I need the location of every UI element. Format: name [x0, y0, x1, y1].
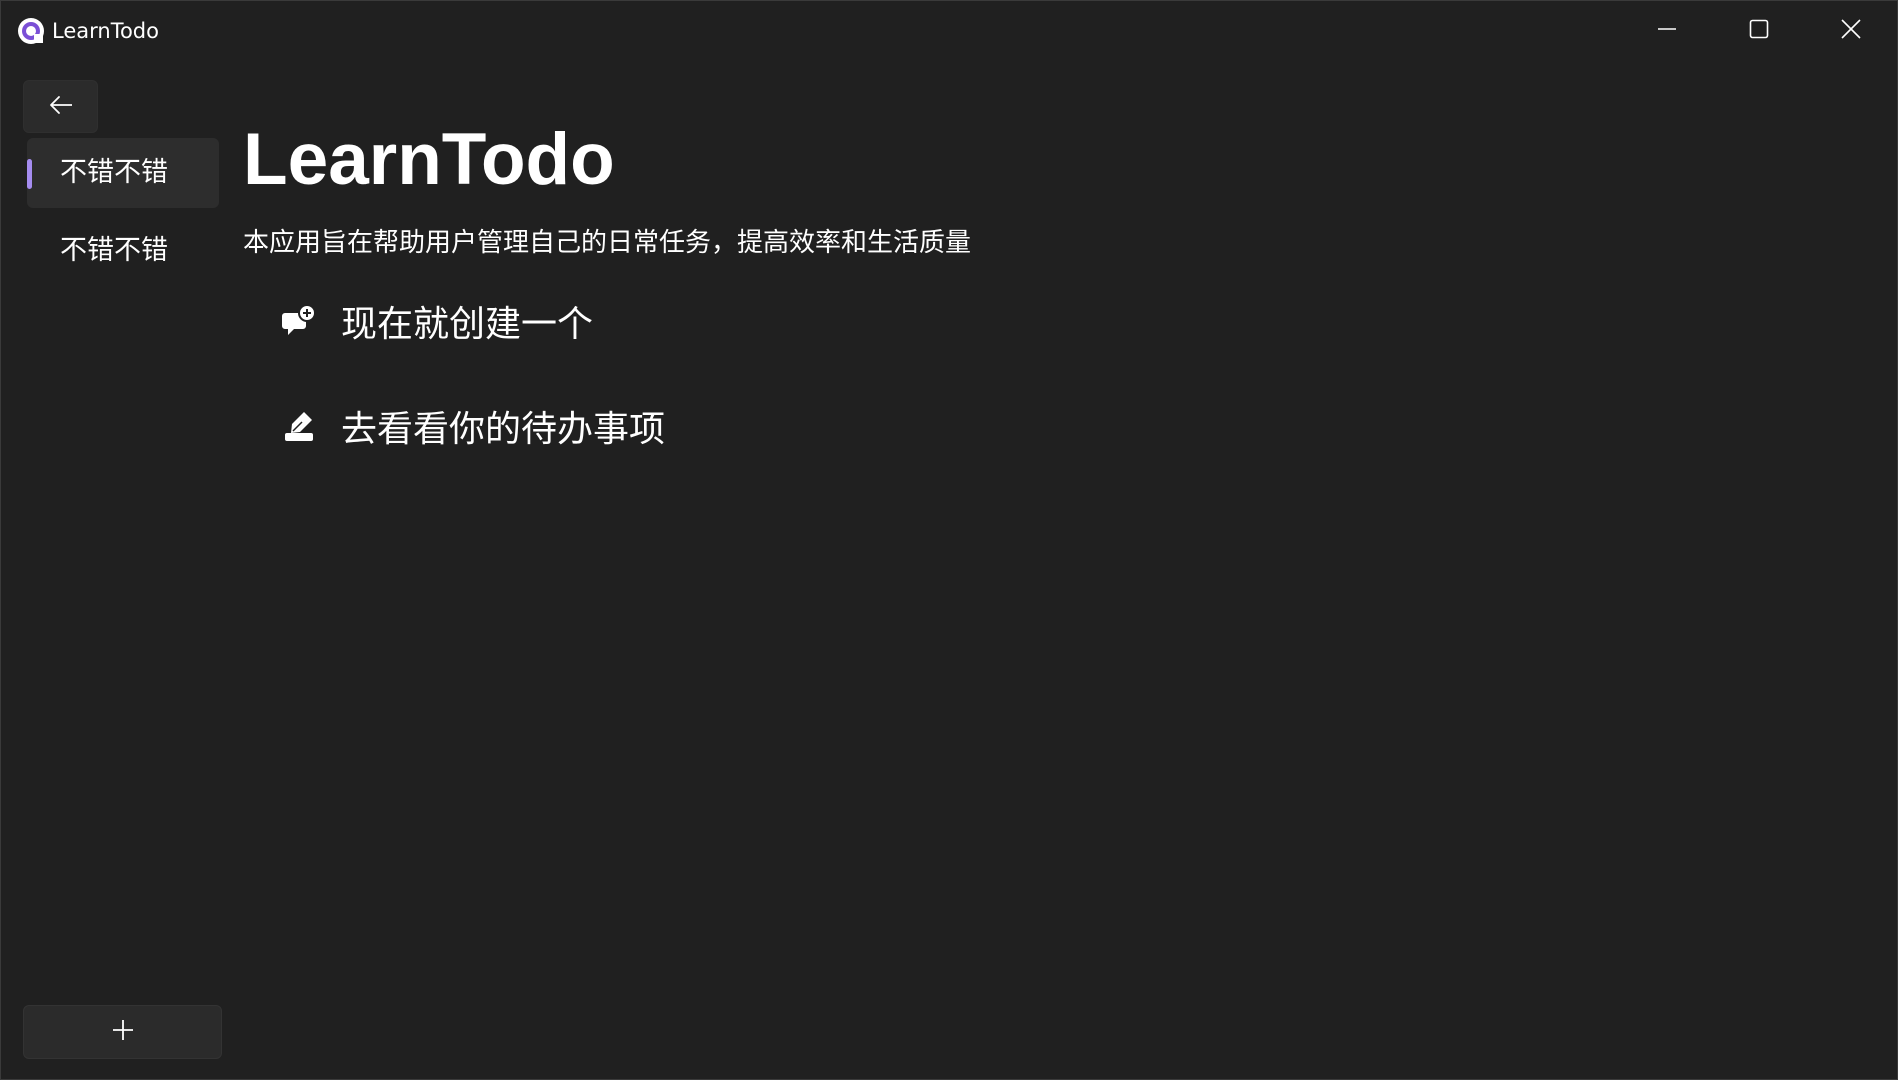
app-logo-icon — [17, 17, 45, 45]
view-todos-label: 去看看你的待办事项 — [341, 409, 666, 450]
arrow-left-icon — [48, 94, 74, 120]
title-bar[interactable]: LearnTodo — [1, 1, 1897, 63]
view-todos-link[interactable]: 去看看你的待办事项 — [279, 396, 665, 456]
create-todo-link[interactable]: 现在就创建一个 — [279, 291, 593, 351]
plus-icon — [111, 1018, 135, 1046]
minimize-icon — [1656, 18, 1678, 44]
maximize-icon — [1748, 18, 1770, 44]
selection-indicator — [27, 159, 32, 189]
create-todo-label: 现在就创建一个 — [341, 304, 594, 345]
edit-icon — [279, 406, 319, 446]
sidebar-item-label: 不错不错 — [60, 157, 168, 188]
back-button[interactable] — [23, 80, 98, 133]
sidebar-item-2[interactable]: 不错不错 — [27, 216, 219, 286]
page-title: LearnTodo — [243, 119, 615, 200]
chat-add-icon — [279, 301, 319, 341]
app-title: LearnTodo — [52, 19, 159, 43]
minimize-button[interactable] — [1621, 1, 1713, 61]
page-subtitle: 本应用旨在帮助用户管理自己的日常任务，提高效率和生活质量 — [243, 228, 972, 258]
sidebar-item-label: 不错不错 — [60, 235, 168, 266]
app-window: LearnTodo 不错不错 不错不错 LearnTodo 本应用旨在帮助用户管… — [0, 0, 1898, 1080]
sidebar-item-1[interactable]: 不错不错 — [27, 138, 219, 208]
maximize-button[interactable] — [1713, 1, 1805, 61]
close-icon — [1840, 18, 1862, 44]
add-button[interactable] — [23, 1005, 222, 1059]
close-button[interactable] — [1805, 1, 1897, 61]
